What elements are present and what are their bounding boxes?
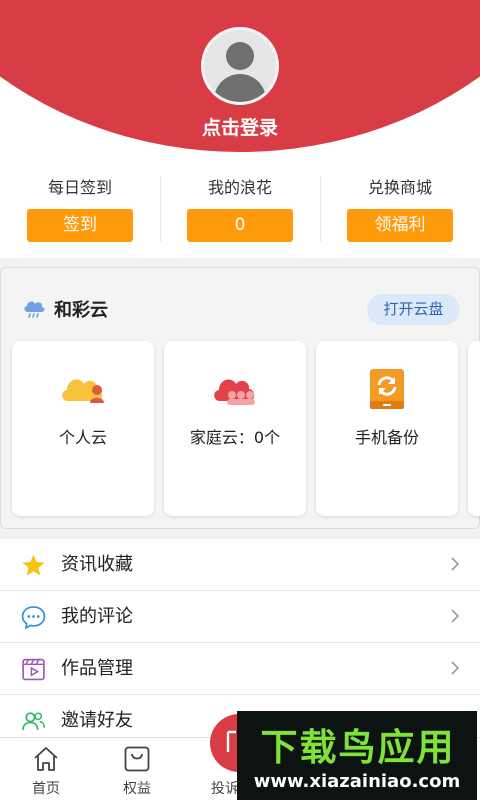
- login-link[interactable]: 点击登录: [0, 113, 480, 140]
- tile-partial: [468, 341, 480, 516]
- tab-benefits-label: 权益: [123, 781, 151, 797]
- chevron-right-icon: [451, 609, 460, 623]
- tile-family-cloud-label: 家庭云：0个: [189, 428, 281, 447]
- tile-phone-backup-label: 手机备份: [354, 428, 419, 447]
- friends-icon: [22, 712, 46, 730]
- stat-checkin: 每日签到 签到: [0, 160, 160, 258]
- tile-personal-cloud-label: 个人云: [58, 428, 107, 447]
- menu-item-comments-label: 我的评论: [61, 606, 133, 627]
- star-icon: [22, 554, 45, 576]
- phone-backup-icon: [370, 369, 404, 409]
- watermark-url: www.xiazainiao.com: [253, 771, 461, 792]
- chevron-right-icon: [451, 557, 460, 571]
- avatar[interactable]: [201, 27, 279, 105]
- menu-item-works-label: 作品管理: [61, 658, 133, 679]
- cloud-card: 和彩云 打开云盘 个人云 家庭云：0个 手机备份: [0, 267, 480, 529]
- watermark: 下载鸟应用 www.xiazainiao.com: [237, 711, 477, 800]
- chevron-right-icon: [451, 661, 460, 675]
- open-cloud-button[interactable]: 打开云盘: [367, 294, 460, 325]
- tab-benefits[interactable]: 权益: [97, 738, 177, 800]
- stat-mall: 兑换商城 领福利: [320, 160, 480, 258]
- avatar-body: [214, 74, 266, 102]
- menu-item-works[interactable]: 作品管理: [0, 643, 480, 695]
- tab-home-label: 首页: [32, 781, 60, 797]
- stat-points-label: 我的浪花: [207, 178, 272, 197]
- points-button[interactable]: 0: [187, 209, 293, 242]
- stat-points: 我的浪花 0: [160, 160, 320, 258]
- personal-cloud-icon: [62, 379, 104, 403]
- menu-item-favorites[interactable]: 资讯收藏: [0, 539, 480, 591]
- home-icon: [34, 747, 58, 771]
- menu-item-comments[interactable]: 我的评论: [0, 591, 480, 643]
- avatar-head: [226, 42, 254, 70]
- tile-family-cloud[interactable]: 家庭云：0个: [164, 341, 306, 516]
- cloud-logo-icon: [24, 301, 45, 318]
- menu-item-invite-label: 邀请好友: [61, 710, 133, 731]
- tab-home[interactable]: 首页: [6, 738, 86, 800]
- stat-mall-label: 兑换商城: [367, 178, 432, 197]
- shopping-bag-icon: [124, 746, 150, 772]
- watermark-title: 下载鸟应用: [260, 726, 456, 769]
- cloud-title: 和彩云: [54, 300, 108, 321]
- tile-phone-backup[interactable]: 手机备份: [316, 341, 458, 516]
- menu-item-favorites-label: 资讯收藏: [61, 554, 133, 575]
- stat-checkin-label: 每日签到: [47, 178, 112, 197]
- tile-personal-cloud[interactable]: 个人云: [12, 341, 154, 516]
- video-icon: [22, 658, 45, 681]
- benefits-button[interactable]: 领福利: [347, 209, 453, 242]
- stats-row: 每日签到 签到 我的浪花 0 兑换商城 领福利: [0, 160, 480, 258]
- checkin-button[interactable]: 签到: [27, 209, 133, 242]
- family-cloud-icon: [214, 379, 255, 405]
- comment-icon: [21, 606, 46, 630]
- profile-header: 点击登录: [0, 0, 480, 160]
